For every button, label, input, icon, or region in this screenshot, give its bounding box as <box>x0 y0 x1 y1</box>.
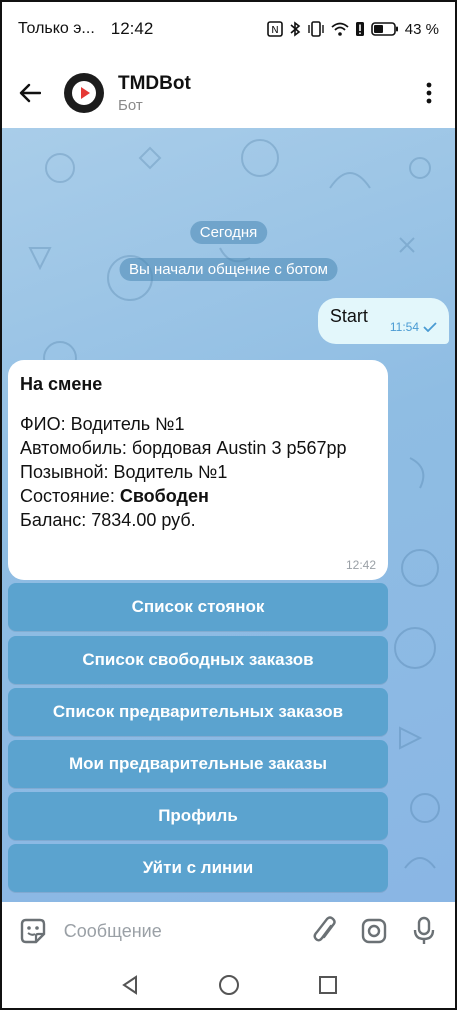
more-vertical-icon <box>426 82 432 104</box>
service-message: Вы начали общение с ботом <box>119 258 338 281</box>
balance-line: Баланс: 7834.00 руб. <box>20 510 196 530</box>
state-value: Свободен <box>119 486 209 506</box>
driver-name-line: ФИО: Водитель №1 <box>20 414 185 434</box>
message-input[interactable] <box>63 920 296 942</box>
nav-back-button[interactable] <box>110 965 150 1005</box>
incoming-message[interactable]: На смене ФИО: Водитель №1 Автомобиль: бо… <box>8 360 388 580</box>
chat-header: TMDBot Бот <box>0 58 457 128</box>
preliminary-orders-button[interactable]: Список предварительных заказов <box>8 688 388 736</box>
outgoing-time: 11:54 <box>389 320 419 334</box>
battery-icon <box>370 22 399 36</box>
outgoing-text: Start <box>329 306 368 326</box>
nav-recents-icon <box>318 976 337 994</box>
camera-icon <box>362 918 387 944</box>
bot-subtitle: Бот <box>118 96 143 114</box>
more-menu-button[interactable] <box>401 65 457 121</box>
camera-button[interactable] <box>354 909 396 953</box>
battery-percent: 43 % <box>404 20 439 38</box>
nav-recents-button[interactable] <box>308 965 348 1005</box>
voice-button[interactable] <box>403 909 445 953</box>
bluetooth-icon <box>289 21 301 37</box>
state-label: Состояние: <box>20 486 120 506</box>
bot-avatar[interactable] <box>64 73 104 113</box>
status-time: 12:42 <box>110 19 154 38</box>
svg-text:N: N <box>271 25 278 36</box>
free-orders-button[interactable]: Список свободных заказов <box>8 636 388 684</box>
callsign-line: Позывной: Водитель №1 <box>20 462 228 482</box>
read-check-icon <box>423 322 437 332</box>
sticker-button[interactable] <box>12 909 54 953</box>
message-composer <box>0 902 457 960</box>
system-nav-bar <box>0 960 457 1010</box>
header-titles[interactable]: TMDBot Бот <box>118 73 191 114</box>
wifi-icon <box>331 22 349 36</box>
bot-name: TMDBot <box>118 72 191 94</box>
paperclip-icon <box>313 916 336 942</box>
back-arrow-icon <box>19 83 41 103</box>
state-line: Состояние: Свободен <box>20 484 376 508</box>
chat-area[interactable]: Сегодня Вы начали общение с ботом Start … <box>0 128 457 902</box>
carrier-label: Только э... <box>18 20 95 37</box>
my-preliminary-orders-button[interactable]: Мои предварительные заказы <box>8 740 388 788</box>
nav-home-button[interactable] <box>209 965 249 1005</box>
attach-button[interactable] <box>304 909 346 953</box>
incoming-time: 12:42 <box>345 558 376 572</box>
alert-icon <box>355 21 365 37</box>
leave-line-button[interactable]: Уйти с линии <box>8 844 388 892</box>
profile-button[interactable]: Профиль <box>8 792 388 840</box>
message-title: На смене <box>20 374 103 394</box>
status-bar: Только э... 12:42 N 43 % <box>0 0 457 58</box>
nav-back-icon <box>121 975 137 995</box>
sticker-icon <box>20 918 46 944</box>
nav-home-icon <box>218 975 239 995</box>
car-line: Автомобиль: бордовая Austin 3 р567рр <box>20 438 347 458</box>
vibrate-icon <box>307 21 325 37</box>
nfc-icon: N <box>266 21 283 37</box>
date-divider: Сегодня <box>189 221 268 244</box>
outgoing-message[interactable]: Start 11:54 <box>317 298 449 344</box>
play-logo-icon <box>72 81 96 105</box>
back-button[interactable] <box>0 63 60 123</box>
microphone-icon <box>413 916 435 944</box>
parking-list-button[interactable]: Список стоянок <box>8 583 388 631</box>
